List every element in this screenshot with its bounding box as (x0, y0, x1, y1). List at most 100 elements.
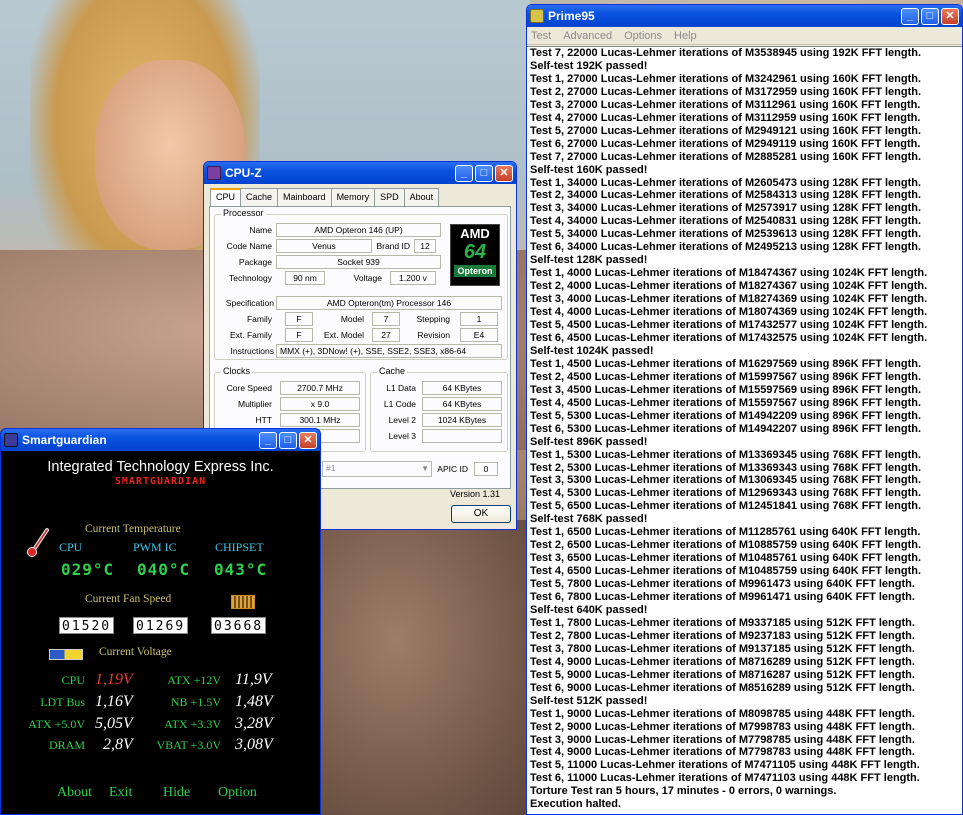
version-label: Version 1.31 (449, 489, 500, 499)
menu-advanced[interactable]: Advanced (563, 30, 612, 42)
tab-spd[interactable]: SPD (374, 188, 405, 206)
apicid-label: APIC ID (437, 464, 468, 474)
log-line: Test 3, 4500 Lucas-Lehmer iterations of … (530, 383, 922, 396)
battery-icon (49, 649, 83, 660)
menu-help[interactable]: Help (674, 30, 697, 42)
tab-cpu[interactable]: CPU (210, 188, 242, 206)
package-label: Package (238, 257, 272, 267)
fan-speed-1: 01520 (59, 617, 115, 634)
about-button[interactable]: About (57, 785, 92, 801)
window-title: Smartguardian (22, 433, 107, 447)
l1code-value: 64 KBytes (422, 397, 502, 411)
log-line: Test 7, 27000 Lucas-Lehmer iterations of… (530, 150, 922, 163)
exit-button[interactable]: Exit (109, 785, 132, 801)
technology-value: 90 nm (285, 271, 325, 285)
log-line: Test 4, 4000 Lucas-Lehmer iterations of … (530, 306, 928, 319)
smartguardian-app-icon (4, 433, 18, 447)
prime95-titlebar[interactable]: Prime95 _ □ ✕ (527, 5, 962, 27)
maximize-button[interactable]: □ (921, 7, 939, 25)
level2-label: Level 2 (388, 415, 416, 425)
tab-about[interactable]: About (403, 188, 440, 206)
stepping-label: Stepping (416, 314, 450, 324)
log-line: Test 1, 4500 Lucas-Lehmer iterations of … (530, 357, 922, 370)
window-title: CPU-Z (225, 166, 262, 180)
log-line: Self-test 512K passed! (530, 694, 648, 707)
temperature-heading: Current Temperature (85, 523, 181, 535)
minimize-button[interactable]: _ (259, 431, 277, 449)
l1data-label: L1 Data (386, 383, 416, 393)
log-line: Test 1, 5300 Lucas-Lehmer iterations of … (530, 448, 922, 461)
logo-amd-text: AMD (460, 226, 490, 241)
hide-button[interactable]: Hide (163, 785, 190, 801)
log-line: Test 2, 4500 Lucas-Lehmer iterations of … (530, 370, 922, 383)
close-button[interactable]: ✕ (299, 431, 317, 449)
name-label: Name (249, 225, 272, 235)
revision-label: Revision (417, 330, 450, 340)
level3-value (422, 429, 502, 443)
maximize-button[interactable]: □ (279, 431, 297, 449)
volt-value-nb: 1,48V (235, 693, 273, 710)
instructions-label: Instructions (230, 346, 274, 356)
log-line: Test 1, 9000 Lucas-Lehmer iterations of … (530, 707, 915, 720)
maximize-button[interactable]: □ (475, 164, 493, 182)
log-line: Test 6, 34000 Lucas-Lehmer iterations of… (530, 241, 922, 254)
volt-value-vbat: 3,08V (235, 736, 273, 753)
menu-test[interactable]: Test (531, 30, 551, 42)
ok-button[interactable]: OK (451, 505, 511, 523)
minimize-button[interactable]: _ (455, 164, 473, 182)
log-line: Test 3, 7800 Lucas-Lehmer iterations of … (530, 642, 915, 655)
log-line: Test 3, 4000 Lucas-Lehmer iterations of … (530, 293, 928, 306)
level2-value: 1024 KBytes (422, 413, 502, 427)
tab-mainboard[interactable]: Mainboard (277, 188, 332, 206)
stepping-value: 1 (460, 312, 498, 326)
log-line: Self-test 1024K passed! (530, 344, 654, 357)
log-line: Test 5, 7800 Lucas-Lehmer iterations of … (530, 578, 915, 591)
log-line: Self-test 160K passed! (530, 163, 648, 176)
prime95-output-log[interactable]: Test 7, 22000 Lucas-Lehmer iterations of… (527, 46, 962, 814)
processor-selection-dropdown[interactable]: #1 ▼ (322, 461, 432, 477)
tab-memory[interactable]: Memory (330, 188, 376, 206)
volt-label-atx5: ATX +5.0V (28, 717, 85, 731)
volt-value-ldt: 1,16V (95, 693, 133, 710)
log-line: Test 6, 11000 Lucas-Lehmer iterations of… (530, 772, 920, 785)
option-button[interactable]: Option (218, 785, 257, 801)
log-line: Test 4, 9000 Lucas-Lehmer iterations of … (530, 655, 915, 668)
log-line: Test 5, 6500 Lucas-Lehmer iterations of … (530, 500, 922, 513)
close-button[interactable]: ✕ (495, 164, 513, 182)
menu-options[interactable]: Options (624, 30, 662, 42)
log-line: Test 6, 27000 Lucas-Lehmer iterations of… (530, 137, 921, 150)
log-line: Test 1, 4000 Lucas-Lehmer iterations of … (530, 267, 928, 280)
cpuz-titlebar[interactable]: CPU-Z _ □ ✕ (204, 162, 516, 184)
brandid-value: 12 (414, 239, 436, 253)
volt-value-atx5: 5,05V (95, 715, 133, 732)
log-line: Test 4, 5300 Lucas-Lehmer iterations of … (530, 487, 922, 500)
log-line: Test 4, 34000 Lucas-Lehmer iterations of… (530, 215, 922, 228)
selection-value: #1 (326, 463, 336, 473)
log-line: Test 5, 34000 Lucas-Lehmer iterations of… (530, 228, 922, 241)
minimize-button[interactable]: _ (901, 7, 919, 25)
log-line: Test 1, 6500 Lucas-Lehmer iterations of … (530, 526, 921, 539)
log-line: Test 2, 4000 Lucas-Lehmer iterations of … (530, 280, 928, 293)
log-line: Test 4, 27000 Lucas-Lehmer iterations of… (530, 111, 921, 124)
log-line: Test 3, 6500 Lucas-Lehmer iterations of … (530, 552, 922, 565)
fan-speed-3: 03668 (211, 617, 267, 634)
codename-value: Venus (276, 239, 372, 253)
log-line: Self-test 192K passed! (530, 59, 648, 72)
fan-icon (231, 595, 255, 609)
log-line: Test 2, 27000 Lucas-Lehmer iterations of… (530, 85, 922, 98)
volt-value-atx12: 11,9V (235, 671, 272, 688)
multiplier-label: Multiplier (237, 399, 272, 409)
log-line: Test 6, 4500 Lucas-Lehmer iterations of … (530, 331, 928, 344)
log-line: Self-test 128K passed! (530, 254, 648, 267)
tab-cache[interactable]: Cache (240, 188, 279, 206)
log-line: Test 3, 5300 Lucas-Lehmer iterations of … (530, 474, 922, 487)
temp-pwm-value: 040°C (137, 560, 191, 579)
company-name: Integrated Technology Express Inc. (47, 459, 274, 475)
corespeed-value: 2700.7 MHz (280, 381, 360, 395)
close-button[interactable]: ✕ (941, 7, 959, 25)
spec-value: AMD Opteron(tm) Processor 146 (276, 296, 502, 310)
extmodel-value: 27 (372, 328, 400, 342)
volt-label-ldt: LDT Bus (40, 695, 85, 709)
log-line: Test 2, 34000 Lucas-Lehmer iterations of… (530, 189, 922, 202)
smartguardian-titlebar[interactable]: Smartguardian _ □ ✕ (1, 429, 320, 451)
